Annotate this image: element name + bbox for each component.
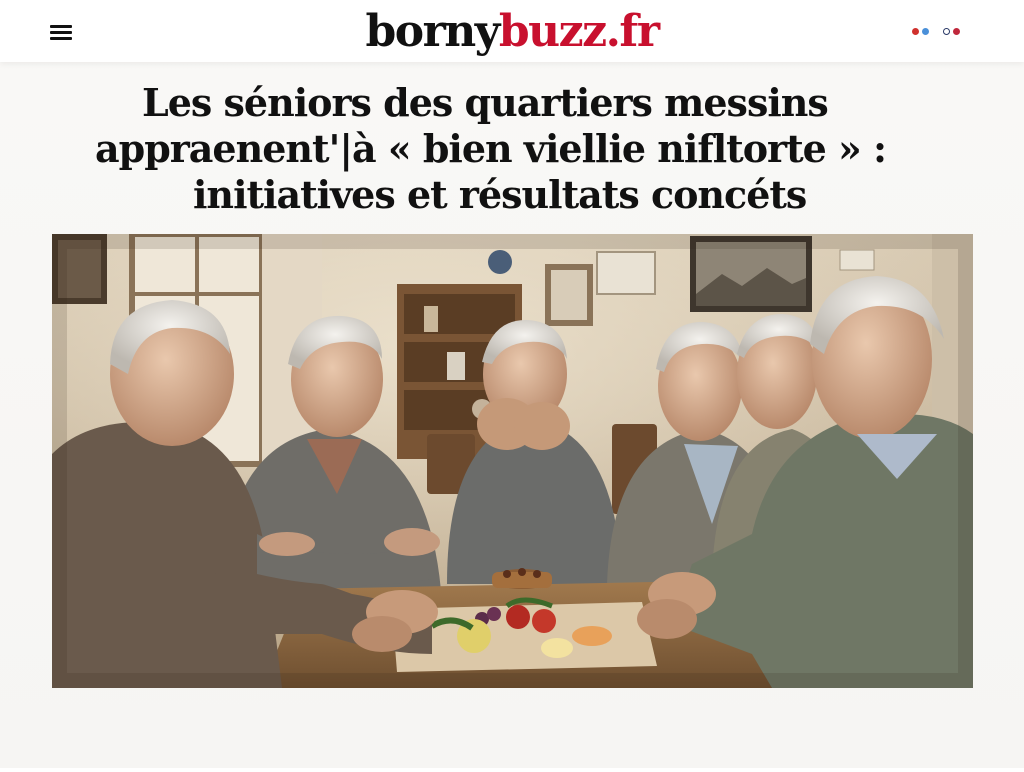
hero-photo-illustration — [52, 234, 973, 688]
share-icon-navy[interactable] — [943, 27, 950, 35]
logo-part-borny: borny — [365, 6, 500, 57]
site-header: bornybuzz.fr — [0, 0, 1024, 62]
share-icon-red[interactable] — [912, 27, 919, 35]
share-icons-group[interactable] — [912, 26, 960, 36]
headline-line-3: initiatives et résultats concéts — [193, 172, 807, 217]
share-icon-red-2[interactable] — [953, 27, 960, 35]
logo-part-buzz: buzz.fr — [498, 6, 660, 57]
hero-photo — [52, 234, 973, 688]
headline-line-1: Les séniors des quartiers messins — [142, 80, 829, 125]
article-teaser-cutoff — [78, 758, 618, 772]
headline-line-2: appraenent'|à « bien viellie nifltorte »… — [95, 126, 887, 171]
share-icon-blue[interactable] — [922, 27, 929, 35]
site-logo[interactable]: bornybuzz.fr — [0, 6, 1024, 58]
